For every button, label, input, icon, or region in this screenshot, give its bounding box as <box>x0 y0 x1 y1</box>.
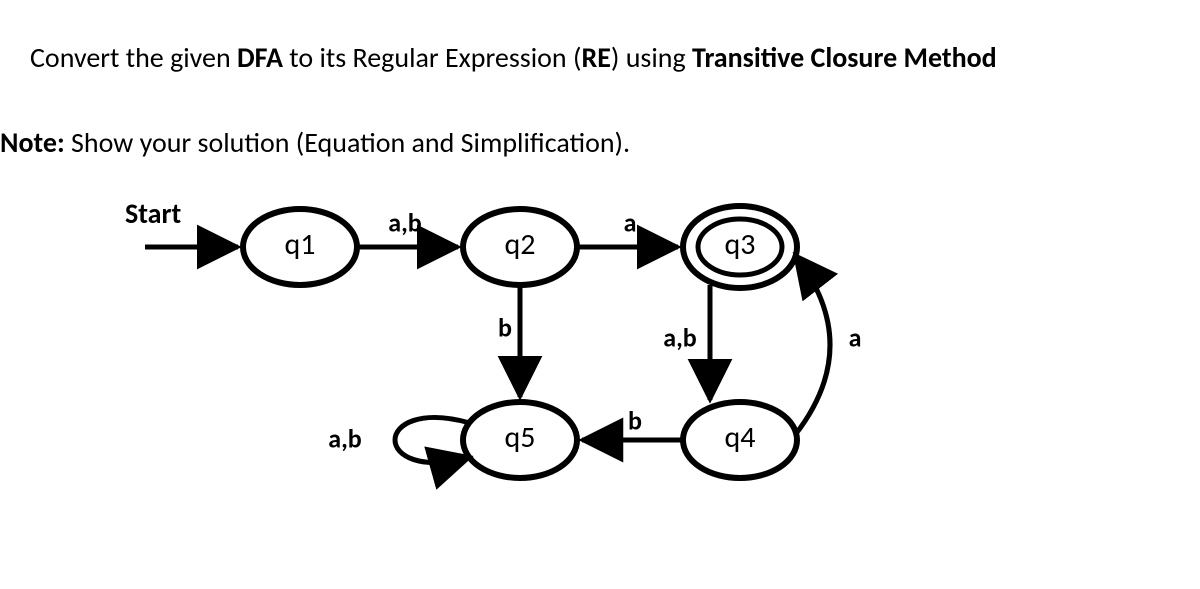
edge-q4-q3-label: a <box>849 321 862 353</box>
note-text: Show your solution (Equation and Simplif… <box>65 125 630 160</box>
state-q1-label: q1 <box>285 226 316 263</box>
state-q4-label: q4 <box>725 419 756 456</box>
edge-q1-q2-label: a,b <box>388 206 422 238</box>
start-label: Start <box>125 196 181 231</box>
title-mid: to its Regular Expression ( <box>283 40 582 75</box>
state-q2-label: q2 <box>505 226 536 263</box>
title-mid2: ) using <box>611 40 692 75</box>
state-q3-label: q3 <box>725 226 756 263</box>
page-root: Convert the given DFA to its Regular Exp… <box>0 0 1200 589</box>
note-label: Note: <box>0 125 65 160</box>
edge-q3-q4-label: a,b <box>663 321 697 353</box>
dfa-diagram: Start q1 q2 q3 q4 q5 a,b a <box>110 195 1010 535</box>
note-line: Note: Show your solution (Equation and S… <box>0 125 630 160</box>
title-dfa: DFA <box>237 40 283 75</box>
edge-q2-q5-label: b <box>498 311 512 343</box>
edge-q2-q3-label: a <box>624 206 637 238</box>
edge-q4-q5-label: b <box>628 404 642 436</box>
title-method: Transitive Closure Method <box>692 40 997 75</box>
title-re: RE <box>581 40 610 75</box>
state-q5-label: q5 <box>505 419 536 456</box>
title-prefix: Convert the given <box>30 40 237 75</box>
title-line: Convert the given DFA to its Regular Exp… <box>30 40 997 75</box>
edge-q5-q5-label: a,b <box>328 422 362 454</box>
edge-q4-q3 <box>795 255 830 435</box>
edge-q5-q5 <box>395 418 470 463</box>
